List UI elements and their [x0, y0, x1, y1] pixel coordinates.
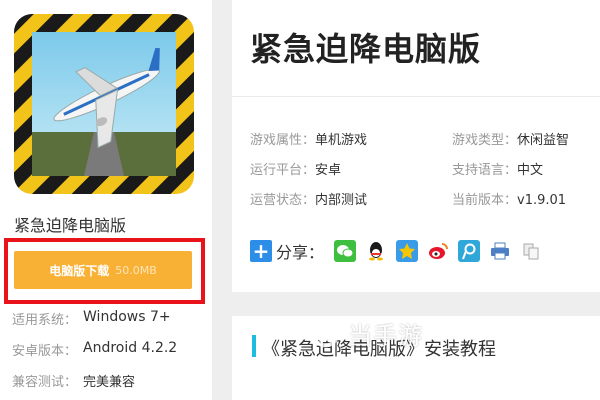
spec-android: 安卓版本： Android 4.2.2: [12, 340, 177, 359]
share-plus-icon[interactable]: +: [250, 240, 272, 262]
app-name: 紧急迫降电脑版: [14, 216, 127, 235]
download-button[interactable]: 电脑版下载 50.0MB: [14, 251, 192, 289]
spec-compat: 兼容测试： 完美兼容: [12, 371, 135, 390]
spec-compat-label: 兼容测试：: [12, 375, 78, 390]
watermark-text: 当手游: [348, 322, 423, 350]
spec-android-label: 安卓版本：: [12, 344, 78, 359]
watermark-logo-icon: [311, 318, 340, 347]
attr-status: 运营状态：内部测试: [250, 193, 368, 208]
print-icon[interactable]: [489, 240, 512, 262]
copy-icon[interactable]: [520, 240, 543, 262]
weibo-icon[interactable]: [427, 240, 450, 262]
attr-version: 当前版本：v1.9.01: [452, 193, 567, 208]
download-size: 50.0MB: [115, 263, 157, 277]
attr-property: 游戏属性：单机游戏: [250, 133, 368, 148]
spec-android-value: Android 4.2.2: [83, 340, 178, 356]
download-button-label: 电脑版下载: [49, 263, 110, 278]
spec-compat-value: 完美兼容: [83, 375, 136, 390]
qzone-icon[interactable]: [396, 240, 419, 262]
share-bar: + 分享：: [250, 238, 551, 264]
share-label: 分享：: [276, 243, 325, 262]
wechat-icon[interactable]: [334, 240, 357, 262]
tencent-weibo-icon[interactable]: [458, 240, 481, 262]
divider: [232, 96, 600, 97]
attr-type: 游戏类型：休闲益智: [452, 133, 570, 148]
qq-icon[interactable]: [365, 240, 388, 262]
app-icon-image[interactable]: [14, 14, 194, 194]
game-info-card: 紧急迫降电脑版 游戏属性：单机游戏 游戏类型：休闲益智 运行平台：安卓 支持语言…: [232, 0, 600, 292]
tutorial-accent-bar: [252, 335, 256, 357]
spec-os: 适用系统： Windows 7+: [12, 309, 171, 328]
watermark: 当手游: [310, 316, 423, 351]
spec-os-label: 适用系统：: [12, 313, 78, 328]
attr-platform: 运行平台：安卓: [250, 163, 342, 178]
app-card: 紧急迫降电脑版 电脑版下载 50.0MB 适用系统： Windows 7+ 安卓…: [0, 0, 212, 400]
attr-language: 支持语言：中文: [452, 163, 544, 178]
spec-os-value: Windows 7+: [83, 309, 171, 325]
page-title: 紧急迫降电脑版: [250, 30, 482, 68]
